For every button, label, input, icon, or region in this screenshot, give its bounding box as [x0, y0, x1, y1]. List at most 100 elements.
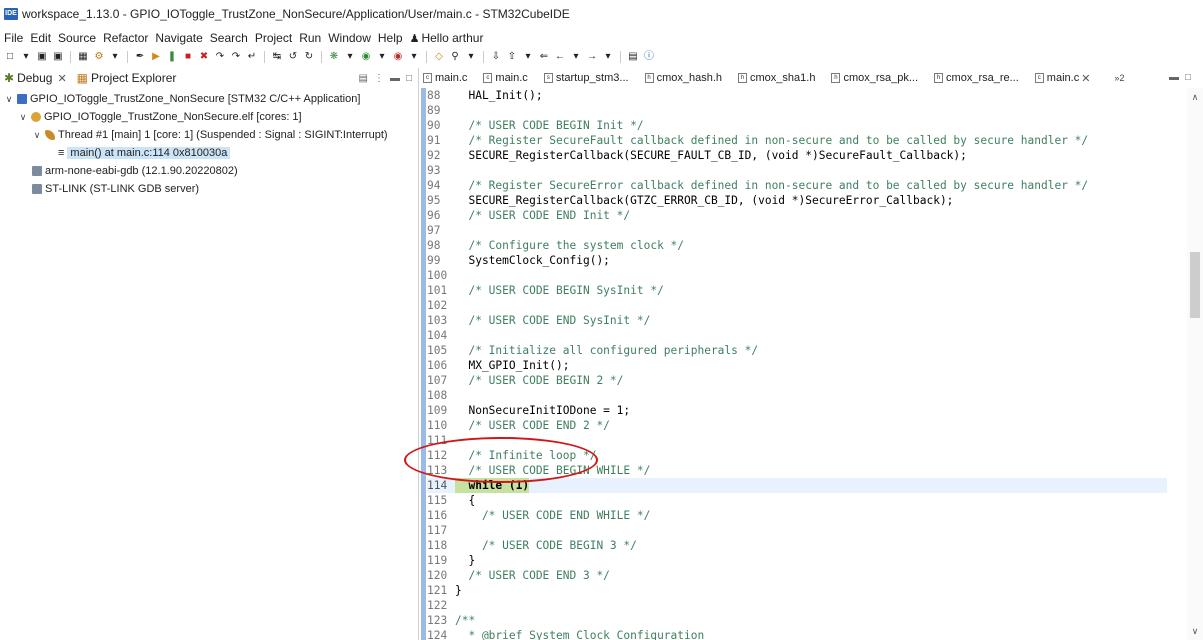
code-line[interactable]: 100	[427, 268, 1167, 283]
line-number[interactable]: 108	[427, 388, 455, 403]
menu-run[interactable]: Run	[299, 31, 321, 45]
view-menu-icon[interactable]: ⋮	[374, 73, 384, 84]
debug-icon[interactable]: ❋	[328, 51, 340, 63]
disconnect-icon[interactable]: ✖	[198, 51, 210, 63]
chevron-down-icon[interactable]: ∨	[18, 112, 28, 123]
editor-tab[interactable]: h cmox_hash.h	[644, 72, 728, 84]
tree-item-gdb[interactable]: arm-none-eabi-gdb (12.1.90.20220802)	[0, 162, 418, 180]
code-line[interactable]: 92 SECURE_RegisterCallback(SECURE_FAULT_…	[427, 148, 1167, 163]
tab-debug[interactable]: ✱ Debug ✕	[4, 71, 73, 85]
line-number[interactable]: 119	[427, 553, 455, 568]
line-number[interactable]: 105	[427, 343, 455, 358]
menu-source[interactable]: Source	[58, 31, 96, 45]
tree-item-elf[interactable]: ∨ GPIO_IOToggle_TrustZone_NonSecure.elf …	[0, 108, 418, 126]
skip-breakpoints-icon[interactable]: ✒	[134, 51, 146, 63]
editor-tab[interactable]: c main.c	[483, 72, 533, 84]
annotation-prev-icon[interactable]: ⇧	[506, 51, 518, 63]
code-line[interactable]: 124 * @brief System Clock Configuration	[427, 628, 1167, 640]
dropdown-icon[interactable]: ▾	[344, 51, 356, 63]
vertical-scrollbar[interactable]: ∧ ∨	[1187, 88, 1203, 640]
code-line[interactable]: 113 /* USER CODE BEGIN WHILE */	[427, 463, 1167, 478]
line-number[interactable]: 96	[427, 208, 455, 223]
editor-tab[interactable]: h cmox_rsa_pk...	[831, 72, 924, 84]
perspective-icon[interactable]: ▤	[627, 51, 639, 63]
line-number[interactable]: 95	[427, 193, 455, 208]
code-line[interactable]: 105 /* Initialize all configured periphe…	[427, 343, 1167, 358]
line-number[interactable]: 109	[427, 403, 455, 418]
dropdown-icon[interactable]: ▾	[376, 51, 388, 63]
instruction-step-icon[interactable]: ↹	[271, 51, 283, 63]
editor-tab[interactable]: s startup_stm3...	[543, 72, 635, 84]
menu-project[interactable]: Project	[255, 31, 292, 45]
line-number[interactable]: 121	[427, 583, 455, 598]
save-icon[interactable]: ▣	[36, 51, 48, 63]
info-icon[interactable]: ⓘ	[643, 51, 655, 63]
editor-tab[interactable]: c main.c	[423, 72, 473, 84]
code-line[interactable]: 115 {	[427, 493, 1167, 508]
line-number[interactable]: 97	[427, 223, 455, 238]
tree-item-stlink[interactable]: ST-LINK (ST-LINK GDB server)	[0, 180, 418, 198]
code-line[interactable]: 107 /* USER CODE BEGIN 2 */	[427, 373, 1167, 388]
menu-help[interactable]: Help	[378, 31, 403, 45]
line-number[interactable]: 112	[427, 448, 455, 463]
code-area[interactable]: 88 HAL_Init(); 89 90 /* USER CODE BEGIN In…	[419, 88, 1203, 640]
menu-refactor[interactable]: Refactor	[103, 31, 148, 45]
search-icon[interactable]: ⚲	[449, 51, 461, 63]
dropdown-icon[interactable]: ▾	[20, 51, 32, 63]
restart-icon[interactable]: ↻	[303, 51, 315, 63]
chevron-down-icon[interactable]: ∨	[1190, 626, 1200, 637]
chevron-down-icon[interactable]: ∨	[32, 130, 42, 141]
code-line[interactable]: 98 /* Configure the system clock */	[427, 238, 1167, 253]
code-line[interactable]: 96 /* USER CODE END Init */	[427, 208, 1167, 223]
code-line[interactable]: 108	[427, 388, 1167, 403]
menu-navigate[interactable]: Navigate	[155, 31, 202, 45]
code-line[interactable]: 97	[427, 223, 1167, 238]
menu-file[interactable]: File	[4, 31, 23, 45]
code-line[interactable]: 104	[427, 328, 1167, 343]
step-return-icon[interactable]: ↵	[246, 51, 258, 63]
suspend-icon[interactable]: ❚	[166, 51, 178, 63]
code-line[interactable]: 88 HAL_Init();	[427, 88, 1167, 103]
editor-tab[interactable]: h cmox_sha1.h	[738, 72, 821, 84]
code-line-current[interactable]: 114 while (1)	[427, 478, 1167, 493]
code-line[interactable]: 106 MX_GPIO_Init();	[427, 358, 1167, 373]
line-number[interactable]: 123	[427, 613, 455, 628]
step-into-icon[interactable]: ↷	[214, 51, 226, 63]
menu-window[interactable]: Window	[328, 31, 371, 45]
save-all-icon[interactable]: ▣	[52, 51, 64, 63]
code-line[interactable]: 91 /* Register SecureFault callback defi…	[427, 133, 1167, 148]
code-line[interactable]: 118 /* USER CODE BEGIN 3 */	[427, 538, 1167, 553]
line-number[interactable]: 111	[427, 433, 455, 448]
code-line[interactable]: 117	[427, 523, 1167, 538]
line-number[interactable]: 100	[427, 268, 455, 283]
line-number[interactable]: 118	[427, 538, 455, 553]
minimize-icon[interactable]: ▬	[390, 73, 400, 84]
run-icon[interactable]: ◉	[360, 51, 372, 63]
code-line[interactable]: 123/**	[427, 613, 1167, 628]
tree-item-thread[interactable]: ∨ Thread #1 [main] 1 [core: 1] (Suspende…	[0, 126, 418, 144]
resume-icon[interactable]: ▶	[150, 51, 162, 63]
line-number[interactable]: 114	[427, 478, 455, 493]
close-icon[interactable]: ✕	[1081, 72, 1090, 85]
terminate-icon[interactable]: ■	[182, 51, 194, 63]
chevron-down-icon[interactable]: ∨	[4, 94, 14, 105]
collapse-all-icon[interactable]: ▤	[359, 73, 368, 84]
code-line[interactable]: 116 /* USER CODE END WHILE */	[427, 508, 1167, 523]
line-number[interactable]: 103	[427, 313, 455, 328]
tree-item-stack-frame[interactable]: ≡ main() at main.c:114 0x810030a	[0, 144, 418, 162]
tab-overflow-button[interactable]: »2	[1114, 73, 1124, 83]
build-icon[interactable]: ⚙	[93, 51, 105, 63]
code-line[interactable]: 90 /* USER CODE BEGIN Init */	[427, 118, 1167, 133]
line-number[interactable]: 89	[427, 103, 455, 118]
user-menu[interactable]: ♟ Hello arthur	[410, 31, 484, 45]
line-number[interactable]: 98	[427, 238, 455, 253]
open-type-icon[interactable]: ◇	[433, 51, 445, 63]
code-line[interactable]: 99 SystemClock_Config();	[427, 253, 1167, 268]
line-number[interactable]: 102	[427, 298, 455, 313]
close-icon[interactable]: ✕	[57, 72, 66, 85]
code-line[interactable]: 120 /* USER CODE END 3 */	[427, 568, 1167, 583]
line-number[interactable]: 94	[427, 178, 455, 193]
code-line[interactable]: 103 /* USER CODE END SysInit */	[427, 313, 1167, 328]
scroll-thumb[interactable]	[1190, 252, 1200, 318]
code-line[interactable]: 110 /* USER CODE END 2 */	[427, 418, 1167, 433]
